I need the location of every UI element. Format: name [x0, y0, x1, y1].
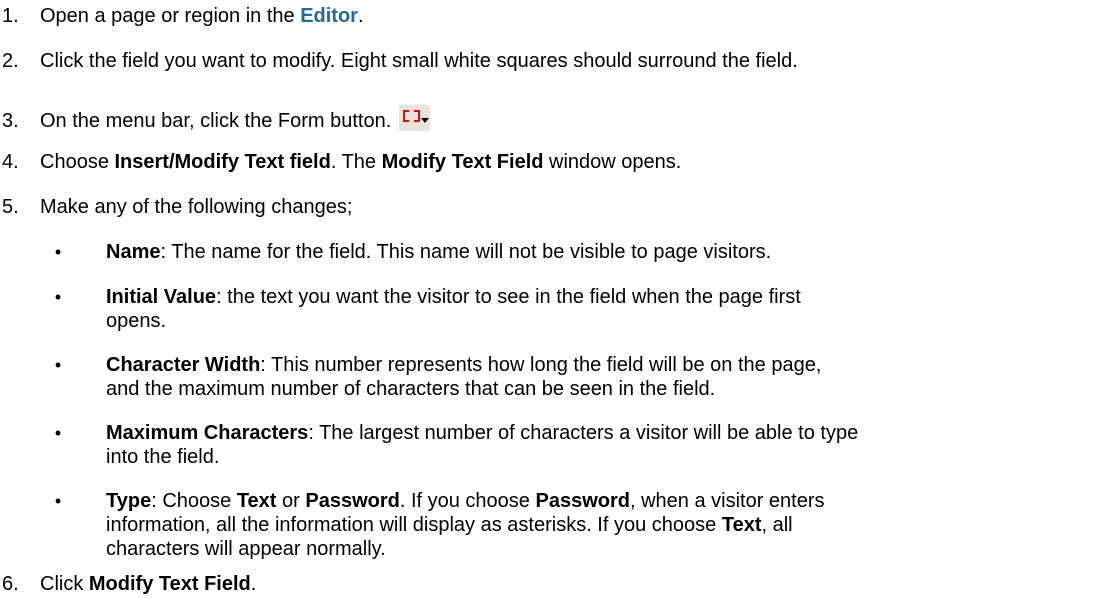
- step-3: 3. On the menu bar, click the Form button…: [0, 105, 431, 133]
- step-6: 6. Click Modify Text Field.: [2, 573, 257, 595]
- step-4: 4. Choose Insert/Modify Text field. The M…: [2, 151, 682, 173]
- bullet-term: Maximum Characters: [106, 422, 309, 444]
- step-text: Click the field you want to modify. Eigh…: [40, 50, 798, 72]
- bullet-term: Character Width: [106, 354, 261, 376]
- bullet-type: • Type: Choose Text or Password. If you …: [38, 489, 1108, 561]
- insert-modify-text-field-label: Insert/Modify Text field: [114, 151, 331, 173]
- editor-link[interactable]: Editor: [300, 5, 358, 27]
- step-number: 3.: [2, 110, 19, 132]
- step-number: 1.: [2, 5, 19, 27]
- bullet-maximum-characters: • Maximum Characters: The largest number…: [38, 421, 1108, 469]
- step-number: 5.: [2, 196, 19, 218]
- step-2: 2. Click the field you want to modify. Ei…: [0, 49, 798, 73]
- form-button-icon: [399, 105, 431, 131]
- bullet-dot: •: [54, 355, 62, 375]
- bullet-name: • Name: The name for the field. This nam…: [38, 240, 1108, 264]
- step-1: 1. Open a page or region in the Editor.: [2, 5, 364, 27]
- step-text: Make any of the following changes;: [40, 196, 353, 218]
- bullet-dot: •: [54, 242, 62, 262]
- bullet-dot: •: [54, 287, 62, 307]
- bullet-initial-value: • Initial Value: the text you want the v…: [38, 285, 1108, 333]
- step-number: 2.: [2, 50, 19, 72]
- modify-text-field-button-label: Modify Text Field: [88, 573, 251, 595]
- modify-text-field-window-label: Modify Text Field: [381, 151, 544, 173]
- bullet-term: Type: [106, 490, 152, 512]
- step-text: Open a page or region in the: [40, 5, 301, 27]
- step-number: 4.: [2, 151, 19, 173]
- bullet-dot: •: [54, 491, 62, 511]
- step-number: 6.: [2, 573, 19, 595]
- bullet-term: Name: [106, 241, 161, 263]
- step-text: On the menu bar, click the Form button.: [40, 110, 392, 132]
- bullet-character-width: • Character Width: This number represent…: [38, 353, 1108, 401]
- bullet-dot: •: [54, 423, 62, 443]
- bullet-term: Initial Value: [106, 286, 217, 308]
- step-5: 5. Make any of the following changes;: [0, 195, 352, 219]
